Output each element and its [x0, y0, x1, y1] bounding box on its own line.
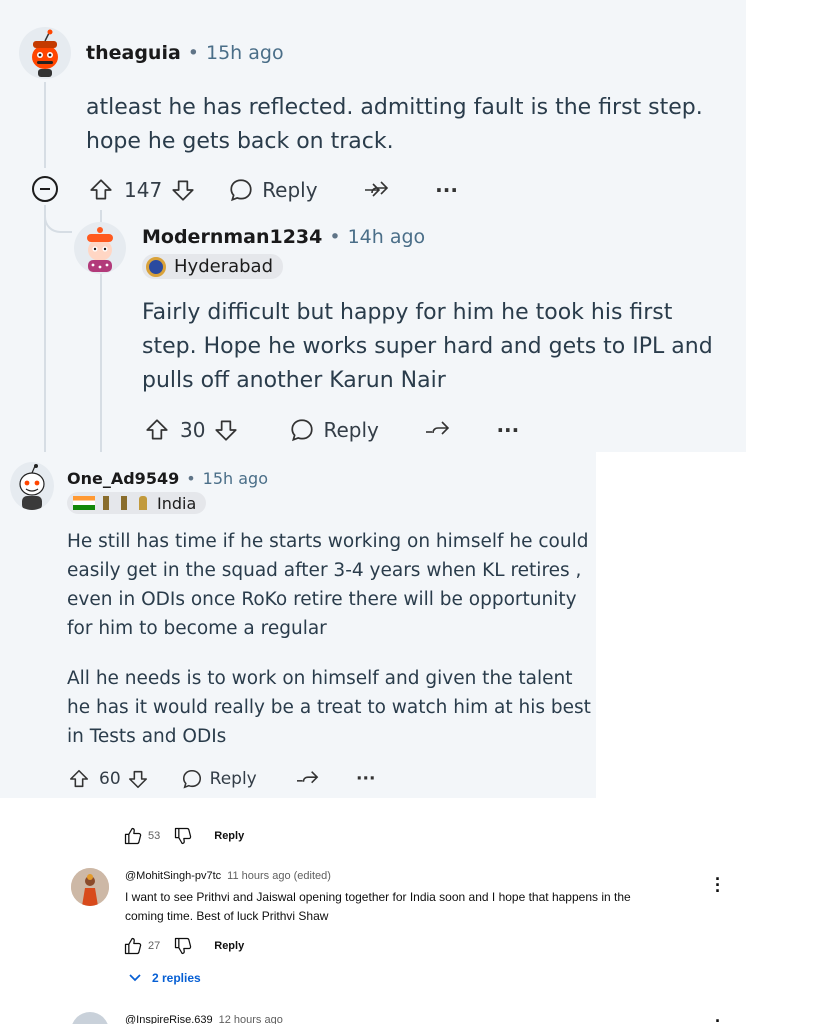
username[interactable]: One_Ad9549: [67, 469, 179, 488]
comment-line: pulls off another Karun Nair: [142, 368, 446, 393]
reply-button[interactable]: Reply: [262, 178, 317, 202]
comment-line: in Tests and ODIs: [67, 726, 227, 747]
channel-handle[interactable]: @MohitSingh-pv7tc: [125, 870, 221, 882]
more-options-icon[interactable]: ···: [353, 767, 379, 791]
comment-body: I want to see Prithvi and Jaiswal openin…: [125, 888, 725, 926]
replies-count: 2 replies: [152, 971, 201, 985]
upvote-icon[interactable]: [86, 175, 116, 205]
reply-bubble-icon[interactable]: [226, 175, 256, 205]
comment-line: He still has time if he starts working o…: [67, 531, 589, 552]
separator-dot: •: [329, 226, 341, 248]
timestamp[interactable]: 15h ago: [203, 469, 268, 488]
minus-icon: [40, 188, 50, 190]
comment-header: One_Ad9549 • 15h ago: [67, 466, 268, 490]
comment-line: Fairly difficult but happy for him he to…: [142, 300, 673, 325]
thread-line[interactable]: [44, 82, 46, 168]
separator-dot: •: [187, 42, 199, 64]
downvote-icon[interactable]: [126, 767, 150, 791]
comment-actions: 147 Reply ···: [86, 172, 462, 208]
comment-toolbar: 53 Reply: [122, 825, 244, 847]
comment-header: @InspireRise.639 12 hours ago: [125, 1012, 283, 1024]
avatar[interactable]: [71, 1012, 109, 1024]
reply-bubble-icon[interactable]: [180, 767, 204, 791]
avatar[interactable]: [10, 462, 54, 510]
team-logo-icon: [146, 256, 166, 277]
comment-toolbar: 27 Reply: [122, 935, 244, 957]
comment-line: coming time. Best of luck Prithvi Shaw: [125, 909, 329, 923]
comment-actions: 60 Reply ···: [67, 764, 379, 794]
channel-handle[interactable]: @InspireRise.639: [125, 1014, 213, 1024]
reply-bubble-icon[interactable]: [287, 415, 317, 445]
chevron-down-icon: [128, 971, 142, 985]
share-icon[interactable]: [362, 175, 392, 205]
comment-body-paragraph-2: All he needs is to work on himself and g…: [67, 664, 591, 751]
downvote-icon[interactable]: [168, 175, 198, 205]
comment-line: step. Hope he works super hard and gets …: [142, 334, 713, 359]
vote-score: 147: [124, 178, 163, 202]
like-count: 53: [148, 830, 161, 842]
user-flair: India: [67, 492, 207, 514]
more-options-icon[interactable]: ···: [493, 415, 523, 445]
share-icon[interactable]: [295, 767, 321, 791]
timestamp[interactable]: 14h ago: [348, 226, 426, 248]
vote-score: 60: [99, 769, 121, 789]
collapse-thread-button[interactable]: [32, 176, 58, 202]
downvote-icon[interactable]: [211, 415, 241, 445]
comment-header: theaguia • 15h ago: [86, 40, 284, 66]
india-flag-icon: [73, 496, 95, 510]
more-actions-icon[interactable]: · · ·: [712, 870, 724, 900]
comment-line: All he needs is to work on himself and g…: [67, 668, 573, 689]
comment-line: hope he gets back on track.: [86, 129, 394, 154]
flair-text: India: [157, 493, 197, 513]
comment-line: he has it would really be a treat to wat…: [67, 697, 591, 718]
comment-header: Modernman1234 • 14h ago: [142, 224, 425, 250]
comment-body: atleast he has reflected. admitting faul…: [86, 91, 703, 159]
comment-line: even in ODIs once RoKo retire there will…: [67, 589, 577, 610]
avatar[interactable]: [71, 868, 109, 906]
comment-body: He still has time if he starts working o…: [67, 527, 588, 643]
trophy-icon: [103, 496, 109, 510]
like-count: 27: [148, 940, 161, 952]
username[interactable]: Modernman1234: [142, 226, 322, 248]
share-icon[interactable]: [423, 415, 453, 445]
upvote-icon[interactable]: [67, 767, 91, 791]
user-flair: Hyderabad: [142, 254, 283, 279]
comment-line: atleast he has reflected. admitting faul…: [86, 95, 703, 120]
username[interactable]: theaguia: [86, 42, 181, 64]
thumbs-down-icon[interactable]: [172, 825, 194, 847]
flair-text: Hyderabad: [174, 256, 273, 277]
comment-body: Fairly difficult but happy for him he to…: [142, 296, 713, 398]
comment-actions: 30 Reply ···: [142, 412, 523, 448]
timestamp[interactable]: 12 hours ago: [219, 1014, 283, 1024]
separator-dot: •: [186, 468, 196, 488]
avatar[interactable]: [19, 27, 71, 79]
comment-header: @MohitSingh-pv7tc 11 hours ago (edited): [125, 868, 331, 884]
thumbs-down-icon[interactable]: [172, 935, 194, 957]
reply-button[interactable]: Reply: [210, 769, 257, 789]
timestamp[interactable]: 15h ago: [206, 42, 284, 64]
upvote-icon[interactable]: [142, 415, 172, 445]
reply-button[interactable]: Reply: [323, 418, 378, 442]
more-actions-icon[interactable]: ·: [712, 1012, 724, 1024]
comment-line: I want to see Prithvi and Jaiswal openin…: [125, 890, 631, 904]
comment-line: for him to become a regular: [67, 618, 327, 639]
trophy-icon: [121, 496, 127, 510]
avatar[interactable]: [74, 222, 126, 274]
show-replies-button[interactable]: 2 replies: [128, 968, 201, 988]
comment-line: easily get in the squad after 3-4 years …: [67, 560, 582, 581]
thumbs-up-icon[interactable]: [122, 935, 144, 957]
reply-button[interactable]: Reply: [214, 830, 244, 842]
trophy-icon: [139, 496, 147, 510]
reply-button[interactable]: Reply: [214, 940, 244, 952]
thread-line[interactable]: [44, 210, 46, 452]
vote-score: 30: [180, 418, 206, 442]
thumbs-up-icon[interactable]: [122, 825, 144, 847]
more-options-icon[interactable]: ···: [432, 175, 462, 205]
timestamp[interactable]: 11 hours ago (edited): [227, 870, 331, 882]
